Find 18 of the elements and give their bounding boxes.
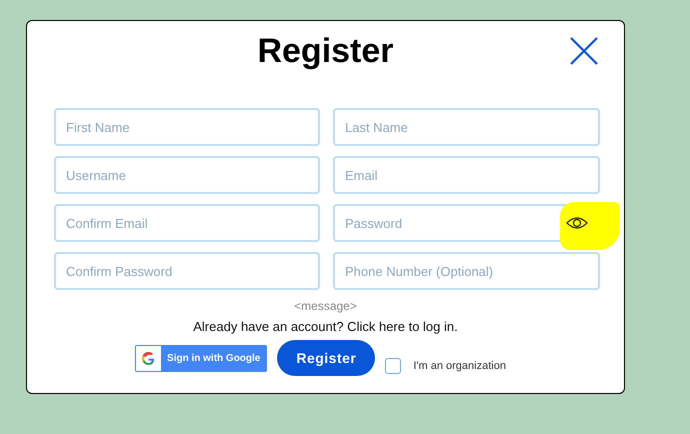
input-field[interactable]: Confirm Email [54,204,320,242]
input-field[interactable]: Username [54,156,320,194]
input-field[interactable]: Last Name [333,108,600,146]
input-field[interactable]: First Name [54,108,320,146]
close-icon[interactable] [568,35,600,67]
input-field[interactable]: Confirm Password [54,252,320,290]
checkbox-label: I'm an organization [413,360,506,372]
highlight-mark [560,202,620,250]
register-button[interactable]: Register [277,340,376,376]
eye-icon[interactable] [566,216,588,230]
dialog-title: Register [257,31,394,71]
google-icon [142,352,156,364]
status-message: <message> [293,299,358,313]
google-signin-button[interactable]: Sign in with Google [135,344,268,372]
organization-checkbox[interactable] [385,358,402,374]
input-field[interactable]: Email [333,156,600,194]
input-field[interactable]: Phone Number (Optional) [333,252,600,290]
login-link[interactable]: Already have an account? Click here to log in. [193,319,458,334]
